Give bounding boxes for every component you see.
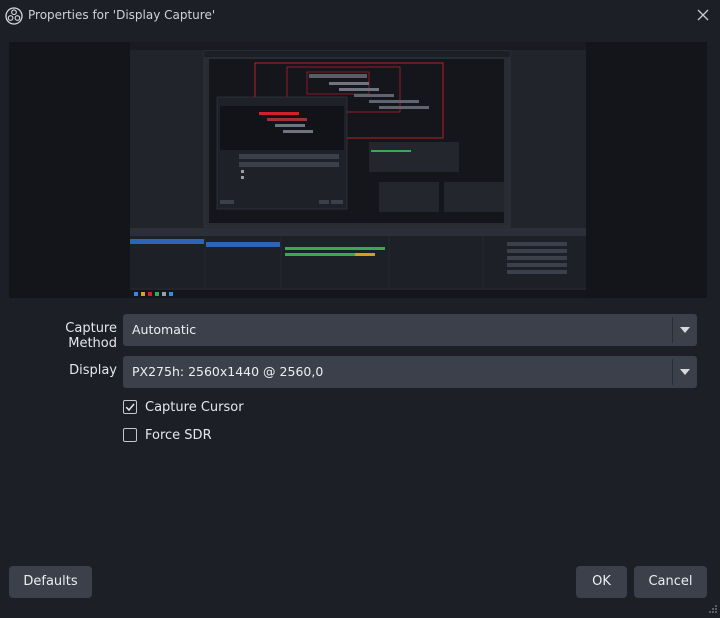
chevron-down-icon <box>680 369 690 375</box>
capture-preview <box>9 42 707 298</box>
defaults-button[interactable]: Defaults <box>9 566 92 598</box>
capture-cursor-checkbox[interactable]: Capture Cursor <box>123 398 244 416</box>
dropdown-separator <box>672 317 673 343</box>
capture-method-label: Capture Method <box>65 321 117 351</box>
ok-button[interactable]: OK <box>576 566 627 598</box>
display-dropdown[interactable]: PX275h: 2560x1440 @ 2560,0 <box>123 356 697 388</box>
checkbox-unchecked[interactable] <box>123 428 137 442</box>
force-sdr-label: Force SDR <box>145 427 212 443</box>
dropdown-separator <box>672 359 673 385</box>
window-title: Properties for 'Display Capture' <box>28 8 216 22</box>
resize-grip-icon[interactable] <box>708 599 718 613</box>
capture-method-value: Automatic <box>132 322 197 337</box>
checkmark-icon <box>125 403 135 412</box>
checkbox-checked[interactable] <box>123 400 137 414</box>
cancel-button[interactable]: Cancel <box>634 566 707 598</box>
capture-cursor-label: Capture Cursor <box>145 399 244 415</box>
capture-method-dropdown[interactable]: Automatic <box>123 314 697 346</box>
display-label: Display <box>69 363 117 378</box>
display-value: PX275h: 2560x1440 @ 2560,0 <box>132 364 324 379</box>
force-sdr-checkbox[interactable]: Force SDR <box>123 426 212 444</box>
close-icon[interactable] <box>694 6 712 24</box>
obs-logo-icon <box>5 7 23 25</box>
chevron-down-icon <box>680 327 690 333</box>
title-bar: Properties for 'Display Capture' <box>0 0 720 32</box>
